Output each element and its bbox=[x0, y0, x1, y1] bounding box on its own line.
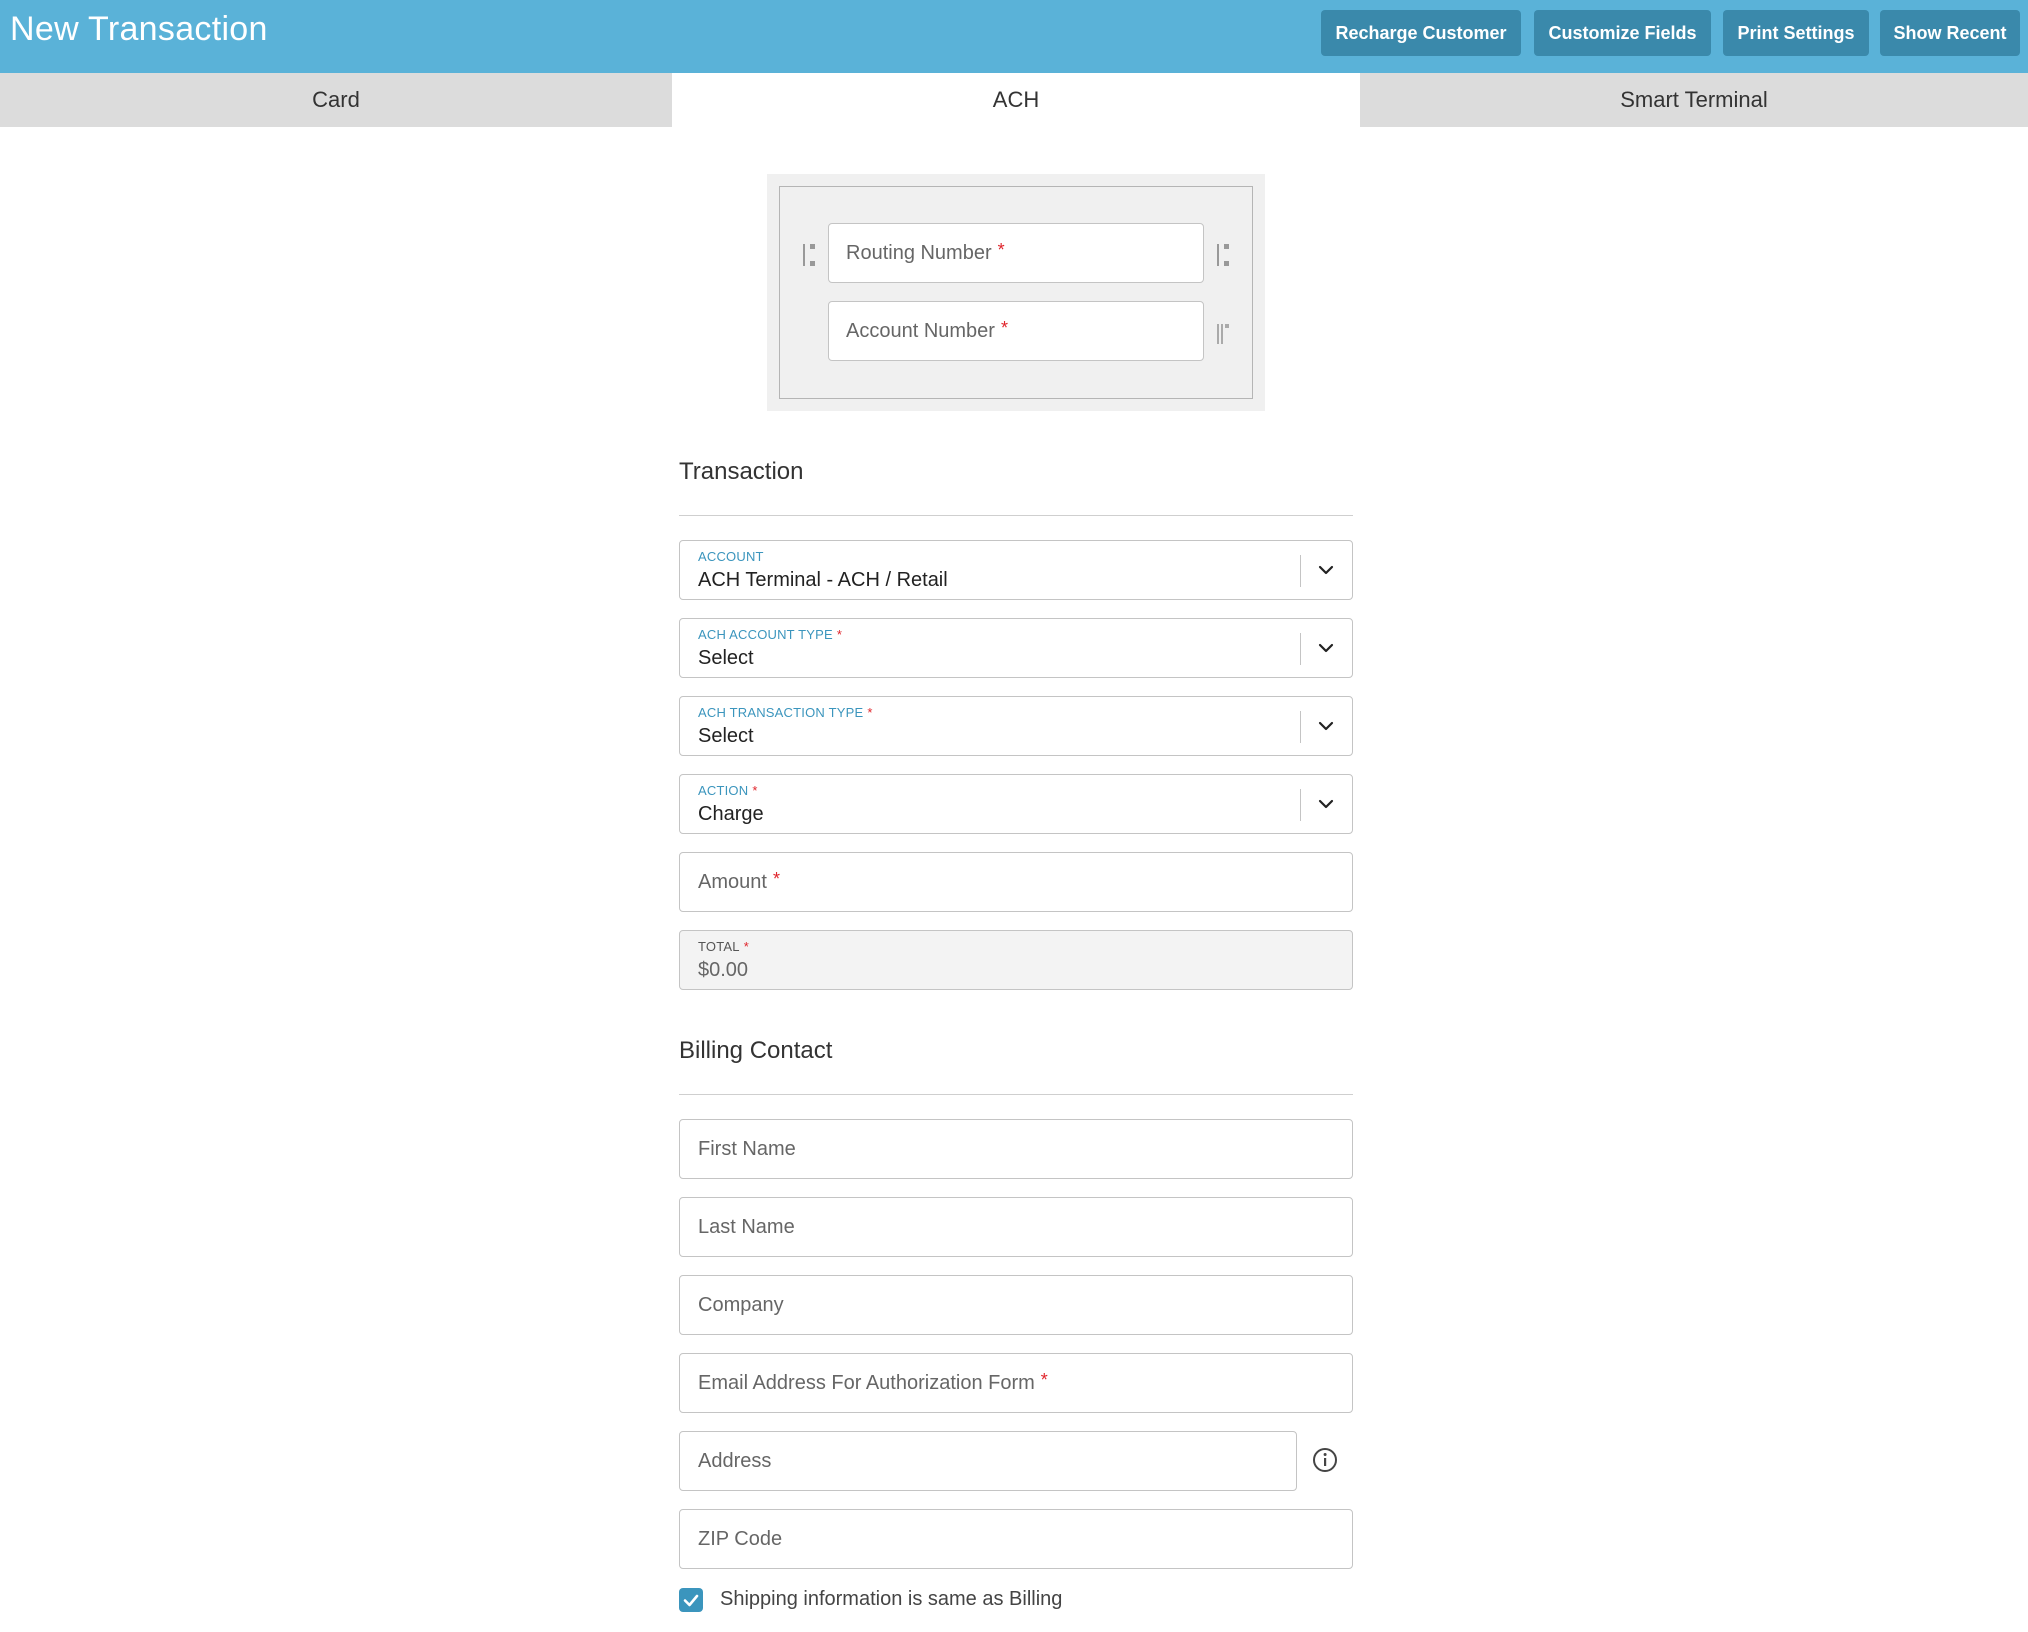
email-placeholder: Email Address For Authorization Form * bbox=[698, 1369, 1048, 1394]
ach-transaction-type-select[interactable]: ACH TRANSACTION TYPE * Select bbox=[679, 696, 1353, 756]
account-label: ACCOUNT bbox=[698, 549, 764, 564]
last-name-input[interactable]: Last Name bbox=[679, 1197, 1353, 1257]
required-mark: * bbox=[997, 239, 1005, 260]
chevron-down-icon[interactable] bbox=[1317, 717, 1335, 735]
total-label: TOTAL * bbox=[698, 939, 749, 954]
chevron-down-icon[interactable] bbox=[1317, 795, 1335, 813]
checkmark-icon bbox=[683, 1594, 699, 1607]
select-divider bbox=[1300, 789, 1301, 821]
page-title: New Transaction bbox=[10, 10, 268, 48]
last-name-placeholder: Last Name bbox=[698, 1215, 795, 1238]
total-field: TOTAL * $0.00 bbox=[679, 930, 1353, 990]
chevron-down-icon[interactable] bbox=[1317, 639, 1335, 657]
company-input[interactable]: Company bbox=[679, 1275, 1353, 1335]
tab-card[interactable]: Card bbox=[0, 73, 672, 127]
address-placeholder: Address bbox=[698, 1449, 772, 1472]
first-name-input[interactable]: First Name bbox=[679, 1119, 1353, 1179]
ach-account-type-select[interactable]: ACH ACCOUNT TYPE * Select bbox=[679, 618, 1353, 678]
ach-transaction-type-label: ACH TRANSACTION TYPE * bbox=[698, 705, 873, 720]
section-divider bbox=[679, 515, 1353, 516]
account-number-input[interactable]: Account Number * bbox=[828, 301, 1204, 361]
show-recent-button[interactable]: Show Recent bbox=[1880, 10, 2020, 56]
customize-fields-button[interactable]: Customize Fields bbox=[1534, 10, 1711, 56]
account-select[interactable]: ACCOUNT ACH Terminal - ACH / Retail bbox=[679, 540, 1353, 600]
company-placeholder: Company bbox=[698, 1293, 784, 1316]
account-value: ACH Terminal - ACH / Retail bbox=[698, 569, 948, 591]
shipping-same-label[interactable]: Shipping information is same as Billing bbox=[720, 1588, 1062, 1611]
select-divider bbox=[1300, 633, 1301, 665]
billing-contact-section-title: Billing Contact bbox=[679, 1037, 833, 1064]
routing-left-bracket-icon bbox=[803, 244, 815, 266]
email-authorization-input[interactable]: Email Address For Authorization Form * bbox=[679, 1353, 1353, 1413]
recharge-customer-button[interactable]: Recharge Customer bbox=[1321, 10, 1521, 56]
account-number-placeholder: Account Number bbox=[846, 319, 995, 342]
transaction-section-title: Transaction bbox=[679, 458, 804, 485]
address-input[interactable]: Address bbox=[679, 1431, 1297, 1491]
account-number-bracket-icon bbox=[1217, 324, 1229, 344]
action-select[interactable]: ACTION * Charge bbox=[679, 774, 1353, 834]
zip-code-placeholder: ZIP Code bbox=[698, 1527, 783, 1550]
action-value: Charge bbox=[698, 803, 764, 825]
select-divider bbox=[1300, 711, 1301, 743]
required-mark: * bbox=[1000, 317, 1008, 338]
routing-right-bracket-icon bbox=[1217, 244, 1229, 266]
section-divider bbox=[679, 1094, 1353, 1095]
shipping-same-checkbox[interactable] bbox=[679, 1588, 703, 1612]
top-header: New Transaction Recharge Customer Custom… bbox=[0, 0, 2028, 73]
tab-ach[interactable]: ACH bbox=[672, 73, 1360, 127]
bank-details-panel: Routing Number * Account Number * bbox=[767, 174, 1265, 411]
zip-code-input[interactable]: ZIP Code bbox=[679, 1509, 1353, 1569]
amount-placeholder: Amount * bbox=[698, 868, 780, 893]
total-value: $0.00 bbox=[698, 959, 749, 981]
select-divider bbox=[1300, 555, 1301, 587]
action-label: ACTION * bbox=[698, 783, 758, 798]
info-icon[interactable] bbox=[1312, 1447, 1338, 1473]
tab-smart-terminal[interactable]: Smart Terminal bbox=[1360, 73, 2028, 127]
chevron-down-icon[interactable] bbox=[1317, 561, 1335, 579]
amount-input[interactable]: Amount * bbox=[679, 852, 1353, 912]
ach-transaction-type-value: Select bbox=[698, 725, 754, 747]
print-settings-button[interactable]: Print Settings bbox=[1723, 10, 1869, 56]
first-name-placeholder: First Name bbox=[698, 1137, 796, 1160]
bank-details-frame: Routing Number * Account Number * bbox=[779, 186, 1253, 399]
ach-account-type-value: Select bbox=[698, 647, 754, 669]
routing-number-input[interactable]: Routing Number * bbox=[828, 223, 1204, 283]
ach-account-type-label: ACH ACCOUNT TYPE * bbox=[698, 627, 843, 642]
routing-number-placeholder: Routing Number bbox=[846, 241, 992, 264]
